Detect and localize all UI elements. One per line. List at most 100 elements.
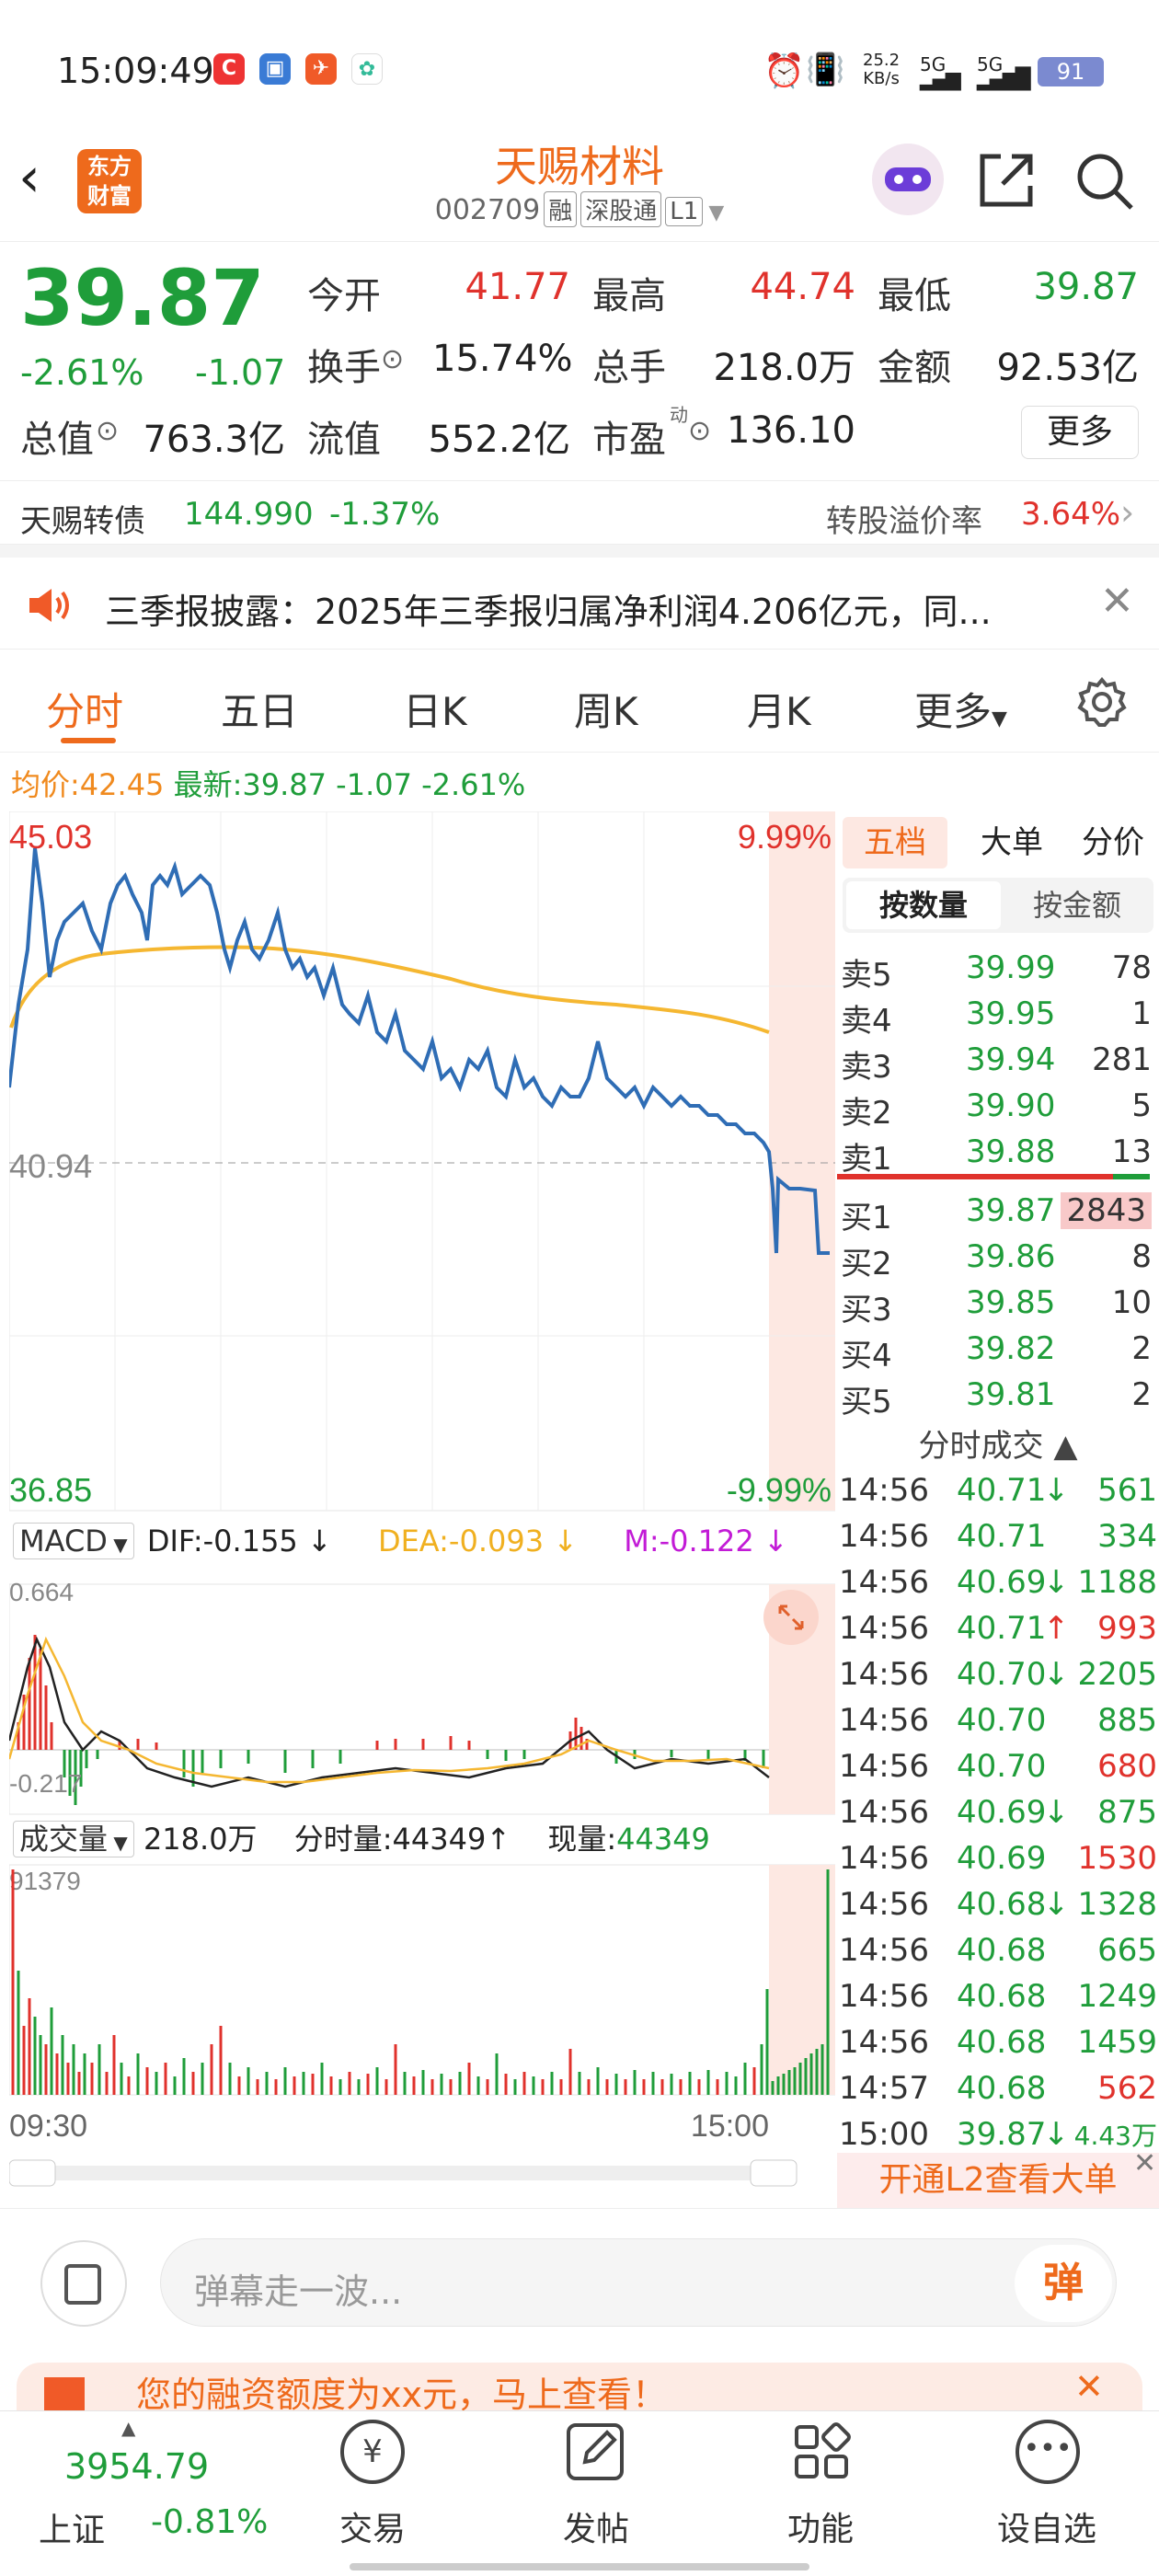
index-value[interactable]: 3954.79 xyxy=(64,2446,209,2487)
buy-qty: 8 xyxy=(1131,1238,1152,1275)
tab-weekly-k[interactable]: 周K xyxy=(574,681,638,737)
app-notification-icon: ▣ xyxy=(259,53,291,85)
sell-price: 39.88 xyxy=(966,1133,1056,1170)
nav-add-watchlist[interactable]: 设自选 xyxy=(973,2502,1120,2550)
close-icon[interactable]: ✕ xyxy=(1100,578,1134,625)
close-icon[interactable]: ✕ xyxy=(1074,2366,1104,2407)
fs-volume-label: 分时量: xyxy=(293,1822,393,1857)
sell-row: 卖3 39.94 281 xyxy=(837,1036,1159,1086)
notes-icon[interactable] xyxy=(40,2240,127,2327)
trade-icon[interactable]: ¥ xyxy=(340,2420,405,2484)
trade-arrow: ↓ xyxy=(1043,1886,1070,1923)
intraday-chart[interactable]: 45.03 40.94 36.85 9.99% -9.99% 0.664 -0.… xyxy=(9,811,835,2191)
avg-value: 42.45 xyxy=(79,767,165,802)
avg-label: 均价: xyxy=(11,767,80,802)
stock-code-row: 002709 融深股通 L1 ▼ xyxy=(0,191,1159,227)
promo-banner[interactable]: 您的融资额度为xx元，马上查看！ ✕ xyxy=(17,2363,1142,2410)
orderbook-tab-big[interactable]: 大单 xyxy=(966,817,1058,868)
trade-row: 15:00 39.87 ↓ 4.43万 xyxy=(837,2112,1159,2158)
comment-input[interactable]: 弹幕走一波... 弹 xyxy=(160,2238,1117,2327)
buy-row: 买2 39.86 8 xyxy=(837,1233,1159,1282)
trade-price: 40.69 xyxy=(957,1564,1047,1601)
sell-price: 39.99 xyxy=(966,949,1056,986)
buy-row: 买1 39.87 2843 xyxy=(837,1187,1159,1236)
chevron-down-icon[interactable]: ▼ xyxy=(708,201,724,224)
nav-trade[interactable]: 交易 xyxy=(299,2502,446,2550)
trades-title: 分时成交 ▲ xyxy=(918,1428,1078,1465)
trade-price: 40.68 xyxy=(957,2070,1047,2107)
tag-margin: 融 xyxy=(544,191,578,227)
nav-post[interactable]: 发帖 xyxy=(522,2502,670,2550)
fs-volume-value: 44349 xyxy=(392,1822,487,1857)
post-icon[interactable] xyxy=(565,2421,625,2482)
pct-axis-top: 9.99% xyxy=(738,818,832,856)
nav-function[interactable]: 功能 xyxy=(747,2502,894,2550)
promo-icon xyxy=(44,2377,85,2410)
last-change: -1.07 xyxy=(336,767,412,802)
info-icon[interactable]: ⊙ xyxy=(96,415,119,447)
sell-label: 卖5 xyxy=(841,957,892,994)
trade-time: 14:56 xyxy=(839,1886,929,1923)
sell-label: 卖3 xyxy=(841,1049,892,1086)
tag-level: L1 xyxy=(665,197,704,226)
more-button[interactable]: 更多 xyxy=(1021,406,1139,459)
more-dots-icon[interactable]: ••• xyxy=(1016,2420,1080,2484)
trade-qty: 993 xyxy=(1097,1610,1157,1647)
buy-qty: 2 xyxy=(1131,1376,1152,1413)
trade-time: 14:57 xyxy=(839,2070,929,2107)
gear-icon[interactable] xyxy=(1076,676,1128,728)
signal-icon: ▂▄▆█ xyxy=(977,68,1031,91)
trade-price: 40.70 xyxy=(957,1702,1047,1739)
trade-time: 14:56 xyxy=(839,1610,929,1647)
macd-selector[interactable]: MACD ▼ xyxy=(13,1523,134,1559)
trade-price: 40.71 xyxy=(957,1472,1047,1509)
trade-price: 40.71 xyxy=(957,1518,1047,1555)
trade-qty: 680 xyxy=(1097,1748,1157,1785)
orderbook-tab-five[interactable]: 五档 xyxy=(843,817,947,868)
sell-label: 卖4 xyxy=(841,1003,892,1040)
sell-price: 39.95 xyxy=(966,995,1056,1032)
trade-row: 14:56 40.68 1459 xyxy=(837,2020,1159,2066)
trade-time: 14:56 xyxy=(839,1518,929,1555)
notice-bar[interactable]: 三季报披露：2025年三季报归属净利润4.206亿元，同... ✕ xyxy=(0,558,1159,650)
info-icon[interactable]: ⊙ xyxy=(381,343,404,375)
macd-axis-bottom: -0.217 xyxy=(9,1769,82,1798)
info-icon[interactable]: ⊙ xyxy=(688,415,711,447)
mode-by-quantity[interactable]: 按数量 xyxy=(846,881,1001,929)
cur-volume-value: 44349 xyxy=(616,1822,710,1857)
sell-qty: 281 xyxy=(1092,1041,1152,1078)
volume-selector[interactable]: 成交量 ▼ xyxy=(13,1821,134,1857)
last-pct: -2.61% xyxy=(421,767,526,802)
tab-more[interactable]: 更多▼ xyxy=(914,681,1007,737)
price-axis-bottom: 36.85 xyxy=(9,1471,92,1509)
open-label: 今开 xyxy=(307,275,381,317)
tab-daily-k[interactable]: 日K xyxy=(403,681,467,737)
volume-value: 218.0万 xyxy=(713,347,855,389)
orderbook-tab-price[interactable]: 分价 xyxy=(1067,817,1159,868)
sell-qty: 13 xyxy=(1111,1133,1152,1170)
scroll-handle-right xyxy=(750,2159,798,2187)
volume-label: 总手 xyxy=(592,347,666,389)
trade-qty: 334 xyxy=(1097,1518,1157,1555)
turnover-value: 15.74% xyxy=(432,338,573,380)
trade-qty: 875 xyxy=(1097,1794,1157,1831)
tab-monthly-k[interactable]: 月K xyxy=(747,681,811,737)
tab-five-day[interactable]: 五日 xyxy=(221,681,298,737)
buy-label: 买5 xyxy=(841,1384,892,1420)
mode-by-amount[interactable]: 按金额 xyxy=(1003,881,1152,929)
macd-header: MACD ▼ DIF:-0.155 ↓ DEA:-0.093 ↓ M:-0.12… xyxy=(13,1523,788,1570)
bond-row[interactable]: 天赐转债 144.990 -1.37% 转股溢价率 3.64% › xyxy=(0,480,1159,545)
index-pct: -0.81% xyxy=(151,2503,269,2541)
tab-intraday[interactable]: 分时 xyxy=(46,681,123,737)
trade-qty: 1249 xyxy=(1077,1978,1157,2015)
trade-time: 14:56 xyxy=(839,1932,929,1969)
notice-text: 三季报披露：2025年三季报归属净利润4.206亿元，同... xyxy=(105,592,992,632)
l2-upgrade-button[interactable]: 开通L2查看大单 xyxy=(837,2153,1159,2208)
close-icon[interactable]: ✕ xyxy=(1133,2147,1156,2179)
net-unit: KB/s xyxy=(863,69,900,88)
sell-row: 卖4 39.95 1 xyxy=(837,990,1159,1040)
sell-row: 卖1 39.88 13 xyxy=(837,1128,1159,1178)
danmu-button[interactable]: 弹 xyxy=(1015,2245,1112,2322)
comment-placeholder: 弹幕走一波... xyxy=(194,2271,403,2312)
function-icon[interactable] xyxy=(791,2421,852,2482)
